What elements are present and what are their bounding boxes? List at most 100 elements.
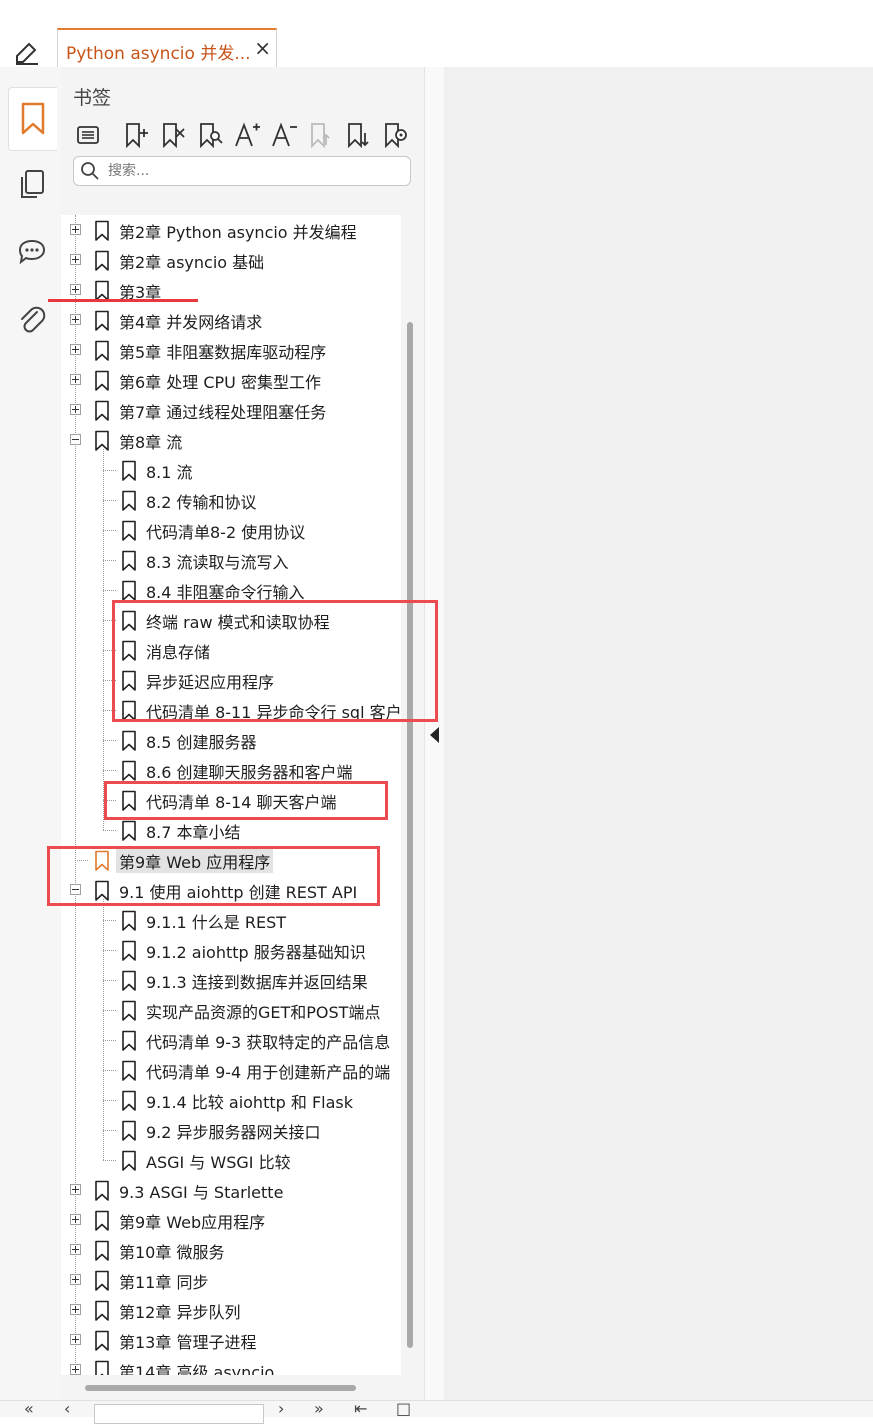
bookmark-label: 8.3 流读取与流写入 [146, 553, 289, 572]
expand-icon[interactable] [70, 1304, 81, 1315]
search-input[interactable] [108, 160, 398, 182]
annotation-box [47, 846, 380, 906]
bookmark-item[interactable]: 9.2 异步服务器网关接口 [61, 1115, 401, 1145]
promote-bookmark-icon[interactable] [306, 119, 336, 151]
tree-connector [103, 950, 116, 951]
expand-icon[interactable] [70, 224, 81, 235]
comments-icon[interactable] [8, 224, 56, 280]
expand-icon[interactable] [70, 344, 81, 355]
bookmark-label: 第10章 微服务 [119, 1243, 225, 1262]
bookmark-item[interactable]: 9.3 ASGI 与 Starlette [61, 1175, 401, 1205]
bookmark-item[interactable]: ASGI 与 WSGI 比较 [61, 1145, 401, 1175]
expand-icon[interactable] [70, 374, 81, 385]
bookmark-item[interactable]: 实现产品资源的GET和POST端点 [61, 995, 401, 1025]
bookmark-item[interactable]: 8.3 流读取与流写入 [61, 545, 401, 575]
bookmark-item[interactable]: 代码清单8-2 使用协议 [61, 515, 401, 545]
first-page-icon[interactable]: « [24, 1401, 34, 1417]
bookmark-item[interactable]: 第11章 同步 [61, 1265, 401, 1295]
bookmark-item[interactable]: 第9章 Web应用程序 [61, 1205, 401, 1235]
bookmark-item[interactable]: 第13章 管理子进程 [61, 1325, 401, 1355]
bookmark-label: 第2章 Python asyncio 并发编程 [119, 223, 357, 242]
tree-connector [103, 740, 116, 741]
tree-connector [103, 1130, 116, 1131]
next-page-icon[interactable]: › [278, 1401, 284, 1417]
bookmark-icon [94, 370, 110, 392]
bookmark-label: 实现产品资源的GET和POST端点 [146, 1003, 381, 1022]
bookmark-icon [121, 1060, 137, 1082]
expand-icon[interactable] [70, 284, 81, 295]
delete-bookmark-icon[interactable] [158, 119, 188, 151]
expand-icon[interactable] [70, 1184, 81, 1195]
bookmark-item[interactable]: 第2章 asyncio 基础 [61, 245, 401, 275]
collapse-icon[interactable] [70, 434, 81, 445]
bookmark-label: 第13章 管理子进程 [119, 1333, 257, 1352]
bookmark-item[interactable]: 第2章 Python asyncio 并发编程 [61, 215, 401, 245]
tree-connector [103, 980, 116, 981]
bookmark-item[interactable]: 8.2 传输和协议 [61, 485, 401, 515]
annotation-underline [48, 299, 198, 302]
bookmark-item[interactable]: 9.1.3 连接到数据库并返回结果 [61, 965, 401, 995]
page-number-field[interactable] [94, 1404, 264, 1424]
page-box-icon[interactable]: □ [396, 1401, 411, 1417]
expand-icon[interactable] [70, 1214, 81, 1225]
close-tab-icon[interactable]: × [254, 36, 271, 60]
last-page-icon[interactable]: » [314, 1401, 324, 1417]
bookmark-item[interactable]: 第10章 微服务 [61, 1235, 401, 1265]
demote-bookmark-icon[interactable] [343, 119, 373, 151]
expand-icon[interactable] [70, 254, 81, 265]
horizontal-scrollbar[interactable] [85, 1385, 356, 1391]
collapse-panel-icon[interactable] [430, 727, 439, 743]
pages-icon[interactable] [8, 157, 56, 213]
bookmark-icon [94, 430, 110, 452]
bookmark-settings-icon[interactable] [380, 119, 410, 151]
bookmark-item[interactable]: 第14章 高级 asyncio [61, 1355, 401, 1375]
go-back-icon[interactable]: ⇤ [354, 1401, 367, 1417]
bookmark-icon [94, 1300, 110, 1322]
previous-page-icon[interactable]: ‹ [64, 1401, 70, 1417]
bookmark-icon [94, 250, 110, 272]
bookmark-item[interactable]: 第5章 非阻塞数据库驱动程序 [61, 335, 401, 365]
bookmark-item[interactable]: 8.1 流 [61, 455, 401, 485]
expand-icon[interactable] [70, 1244, 81, 1255]
bookmark-item[interactable]: 第4章 并发网络请求 [61, 305, 401, 335]
bookmark-icon [121, 1120, 137, 1142]
bookmark-item[interactable]: 代码清单 9-3 获取特定的产品信息 [61, 1025, 401, 1055]
bookmark-label: 代码清单 9-4 用于创建新产品的端 [146, 1063, 391, 1082]
bookmark-item[interactable]: 9.1.2 aiohttp 服务器基础知识 [61, 935, 401, 965]
bookmark-icon [121, 730, 137, 752]
expand-icon[interactable] [70, 1274, 81, 1285]
decrease-font-icon[interactable] [269, 119, 299, 151]
bookmark-item[interactable]: 第8章 流 [61, 425, 401, 455]
bookmark-item[interactable]: 第6章 处理 CPU 密集型工作 [61, 365, 401, 395]
increase-font-icon[interactable] [232, 119, 262, 151]
bookmark-label: 第12章 异步队列 [119, 1303, 241, 1322]
bookmark-icon [121, 910, 137, 932]
add-bookmark-icon[interactable] [121, 119, 151, 151]
outline-list-icon[interactable] [73, 119, 103, 151]
bookmark-item[interactable]: 第12章 异步队列 [61, 1295, 401, 1325]
bookmark-icon[interactable] [8, 87, 57, 151]
find-bookmark-icon[interactable] [195, 119, 225, 151]
bookmark-icon [121, 580, 137, 602]
vertical-scrollbar[interactable] [407, 322, 413, 1348]
expand-icon[interactable] [70, 1334, 81, 1345]
bookmark-label: 第7章 通过线程处理阻塞任务 [119, 403, 327, 422]
search-box[interactable] [73, 156, 411, 186]
expand-icon[interactable] [70, 314, 81, 325]
bookmark-item[interactable]: 9.1.4 比较 aiohttp 和 Flask [61, 1085, 401, 1115]
bookmark-icon [94, 1240, 110, 1262]
tree-connector [103, 920, 116, 921]
bookmark-label: 代码清单 9-3 获取特定的产品信息 [146, 1033, 391, 1052]
bookmark-label: 第9章 Web应用程序 [119, 1213, 266, 1232]
expand-icon[interactable] [70, 1364, 81, 1375]
bookmark-item[interactable]: 9.1.1 什么是 REST [61, 905, 401, 935]
document-tab[interactable]: Python asyncio 并发... × [57, 28, 277, 68]
bookmark-icon [94, 1180, 110, 1202]
bookmark-item[interactable]: 8.5 创建服务器 [61, 725, 401, 755]
edit-pen-icon[interactable] [12, 36, 42, 66]
bookmark-item[interactable]: 代码清单 9-4 用于创建新产品的端 [61, 1055, 401, 1085]
bookmark-item[interactable]: 第7章 通过线程处理阻塞任务 [61, 395, 401, 425]
expand-icon[interactable] [70, 404, 81, 415]
tree-connector [103, 1070, 116, 1071]
bookmark-icon [94, 1210, 110, 1232]
